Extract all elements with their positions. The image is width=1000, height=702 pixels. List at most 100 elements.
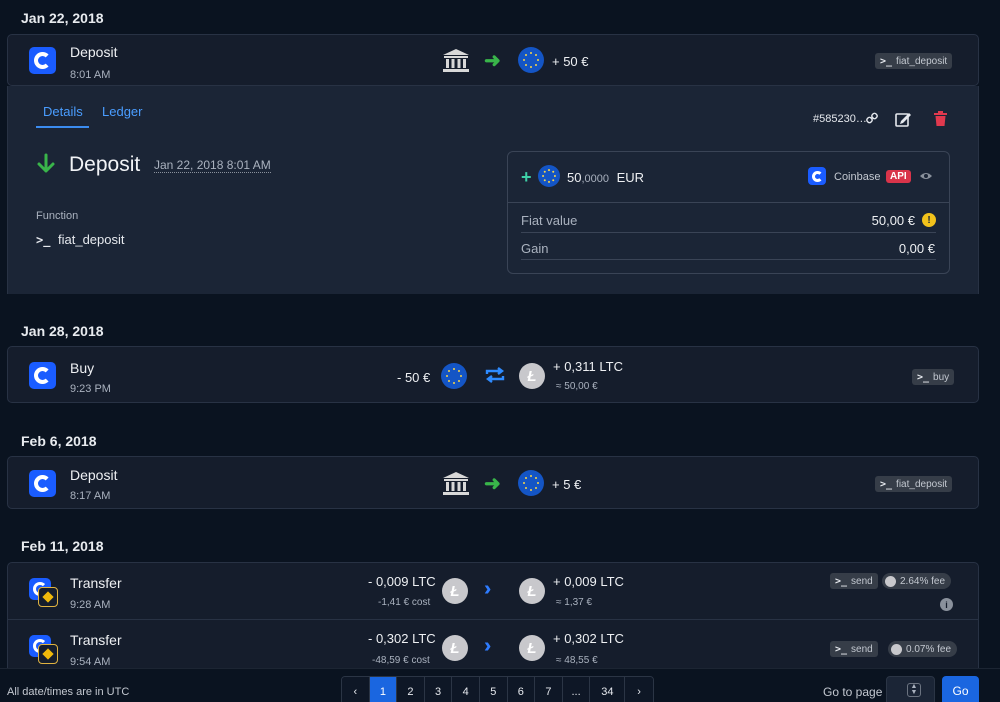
received-amount: + 5 € [552, 477, 582, 492]
transaction-time: 8:17 AM [70, 490, 111, 502]
coinbase-logo-icon [29, 47, 56, 74]
goto-page-input[interactable]: ▲ ▼ [886, 676, 935, 702]
transaction-title: Transfer [70, 575, 122, 591]
received-amount: + 0,302 LTC [553, 631, 624, 646]
date-heading: Feb 11, 2018 [21, 538, 104, 554]
page-button-1[interactable]: 1 [369, 677, 398, 702]
double-chevron-icon: ›› [484, 635, 493, 657]
double-chevron-icon: ›› [484, 578, 493, 600]
swap-icon [485, 367, 505, 383]
ltc-coin-icon [885, 575, 896, 587]
details-title: Deposit [69, 153, 141, 176]
trash-icon[interactable] [934, 111, 947, 126]
transaction-time: 9:28 AM [70, 599, 111, 611]
ltc-coin-icon: Ł [519, 635, 545, 661]
bank-icon [443, 49, 469, 72]
function-tag[interactable]: >_ send [830, 573, 878, 589]
date-heading: Jan 22, 2018 [21, 10, 104, 26]
warning-icon[interactable]: ! [922, 213, 936, 227]
timezone-note: All date/times are in UTC [7, 686, 130, 698]
date-heading: Jan 28, 2018 [21, 323, 104, 339]
fee-badge[interactable]: 0.07% fee [888, 641, 958, 657]
date-heading: Feb 6, 2018 [21, 433, 97, 449]
fee-badge[interactable]: 2.64% fee [882, 573, 952, 589]
page-button-6[interactable]: 6 [507, 677, 536, 702]
function-tag[interactable]: >_ buy [912, 369, 955, 385]
function-tag[interactable]: >_ send [830, 641, 878, 657]
ltc-coin-icon [891, 643, 902, 655]
footer-bar: All date/times are in UTC ‹ 1 2 3 4 5 6 … [0, 668, 1000, 702]
fiat-value-label: Fiat value [521, 213, 578, 228]
divider [521, 259, 936, 260]
fiat-value: 50,00 € [871, 213, 915, 228]
received-fiat-value: ≈ 1,37 € [556, 597, 593, 608]
transaction-time: 9:23 PM [70, 383, 111, 395]
ledger-source: Coinbase [834, 171, 881, 183]
arrow-down-icon [37, 153, 55, 173]
transaction-group-transfers: Transfer 9:28 AM - 0,009 LTC -1,41 € cos… [7, 562, 979, 682]
transaction-title: Transfer [70, 632, 122, 648]
active-tab-indicator [36, 126, 89, 128]
pagination: ‹ 1 2 3 4 5 6 7 ... 34 › [341, 676, 654, 702]
sent-amount: - 0,302 LTC [368, 631, 436, 646]
transaction-row-deposit[interactable]: Deposit 8:17 AM ➜ + 5 € >_ fiat_deposit [7, 456, 979, 509]
tab-details[interactable]: Details [43, 104, 83, 119]
link-icon[interactable] [866, 112, 878, 124]
tab-ledger[interactable]: Ledger [102, 104, 142, 119]
binance-logo-icon [38, 587, 58, 607]
terminal-prompt-icon: >_ [36, 233, 51, 247]
terminal-prompt-icon: >_ [880, 478, 893, 490]
ledger-currency: EUR [616, 170, 645, 185]
received-amount: + 0,311 LTC [553, 359, 623, 374]
transaction-id[interactable]: #585230… [813, 113, 867, 125]
ledger-amount-decimals: ,0000 [581, 173, 609, 185]
transaction-time: 8:01 AM [70, 69, 111, 81]
eur-coin-icon [538, 165, 560, 187]
page-prev-button[interactable]: ‹ [342, 677, 370, 702]
ltc-coin-icon: Ł [442, 578, 468, 604]
transaction-row-buy[interactable]: Buy 9:23 PM - 50 € Ł + 0,311 LTC ≈ 50,00… [7, 346, 979, 403]
divider [8, 619, 978, 620]
page-button-34[interactable]: 34 [590, 677, 626, 702]
api-badge: API [886, 170, 911, 183]
divider [508, 202, 949, 203]
ledger-amount: 50 [567, 170, 582, 185]
page-button-4[interactable]: 4 [452, 677, 480, 702]
transaction-title: Deposit [70, 467, 118, 483]
terminal-prompt-icon: >_ [835, 575, 848, 587]
page-button-2[interactable]: 2 [397, 677, 425, 702]
page-button-7[interactable]: 7 [535, 677, 563, 702]
ltc-coin-icon: Ł [519, 363, 545, 389]
sent-amount: - 0,009 LTC [368, 574, 436, 589]
received-fiat-value: ≈ 48,55 € [556, 655, 598, 666]
go-button[interactable]: Go [942, 676, 979, 702]
ledger-entry-card: + 50,0000 EUR Coinbase API Fiat value 50… [507, 151, 950, 274]
ltc-coin-icon: Ł [442, 635, 468, 661]
edit-icon[interactable] [895, 111, 912, 127]
details-date: Jan 22, 2018 8:01 AM [154, 158, 271, 173]
transaction-title: Buy [70, 360, 95, 376]
received-fiat-value: ≈ 50,00 € [556, 381, 598, 392]
arrow-right-icon: ➜ [484, 473, 501, 495]
transaction-row-deposit[interactable]: Deposit 8:01 AM ➜ + 50 € >_ fiat_deposit [7, 34, 979, 86]
page-button-3[interactable]: 3 [424, 677, 453, 702]
function-tag[interactable]: >_ fiat_deposit [875, 53, 953, 69]
gain-label: Gain [521, 241, 549, 256]
terminal-prompt-icon: >_ [880, 55, 893, 67]
page-button-5[interactable]: 5 [479, 677, 508, 702]
divider [521, 232, 936, 233]
eur-coin-icon [518, 47, 544, 73]
coinbase-logo-icon [808, 167, 826, 185]
received-amount: + 0,009 LTC [553, 574, 624, 589]
ltc-coin-icon: Ł [519, 578, 545, 604]
function-tag[interactable]: >_ fiat_deposit [875, 476, 953, 492]
info-icon[interactable]: i [940, 598, 953, 611]
eye-icon[interactable] [919, 171, 933, 181]
number-stepper-icon[interactable]: ▲ ▼ [907, 683, 921, 697]
binance-logo-icon [38, 644, 58, 664]
terminal-prompt-icon: >_ [917, 371, 930, 383]
terminal-prompt-icon: >_ [835, 643, 848, 655]
page-next-button[interactable]: › [625, 677, 653, 702]
function-label: Function [36, 210, 79, 222]
function-value: fiat_deposit [58, 232, 125, 247]
